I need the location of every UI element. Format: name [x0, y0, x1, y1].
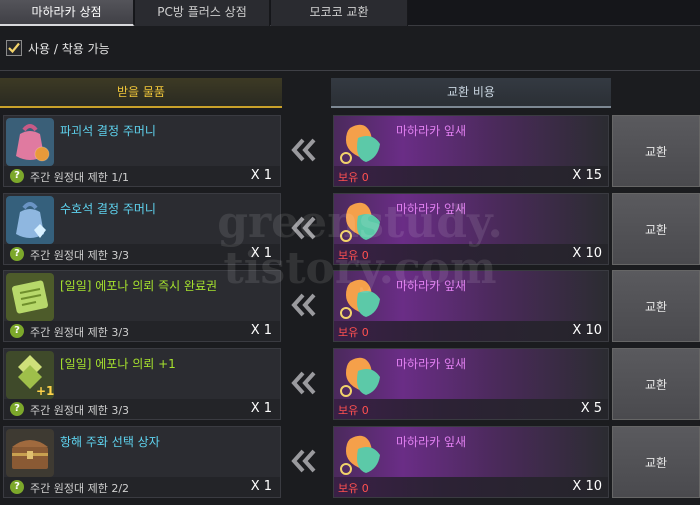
help-icon[interactable]: ?: [10, 480, 24, 494]
receive-quantity: X 1: [250, 479, 272, 494]
mahalaka-leaf-icon: [340, 124, 380, 164]
checkmark-icon: [8, 42, 20, 54]
exchange-button[interactable]: 교환: [612, 193, 700, 265]
usable-filter-label: 사용 / 착용 가능: [28, 41, 110, 56]
exchange-button[interactable]: 교환: [612, 270, 700, 342]
weekly-limit: 주간 원정대 제한 3/3: [30, 249, 130, 262]
item-name: 수호석 결정 주머니: [60, 202, 156, 216]
mahalaka-leaf-icon: [340, 357, 380, 397]
currency-name: 마하라카 잎새: [396, 435, 467, 449]
receive-quantity: X 1: [250, 246, 272, 261]
item-name: [일일] 에포나 의뢰 즉시 완료권: [60, 279, 218, 293]
item-name: [일일] 에포나 의뢰 +1: [60, 357, 176, 371]
mahalaka-leaf-icon: [340, 435, 380, 475]
double-chevron-left-icon: [291, 293, 316, 317]
owned-amount: 보유 0: [338, 171, 369, 184]
currency-name: 마하라카 잎새: [396, 124, 467, 138]
tab-mahalaka-shop[interactable]: 마하라카 상점: [0, 0, 134, 26]
cost-card: 마하라카 잎새 보유 0 X 10: [333, 270, 609, 342]
cost-strip: [334, 166, 608, 186]
owned-amount: 보유 0: [338, 404, 369, 417]
cost-quantity: X 10: [572, 479, 602, 494]
cost-quantity: X 15: [572, 168, 602, 183]
receive-item-card: 항해 주화 선택 상자 ? 주간 원정대 제한 2/2 X 1: [3, 426, 281, 498]
epona-plus-icon: +1: [6, 351, 54, 399]
exchange-row: 파괴석 결정 주머니 ? 주간 원정대 제한 1/1 X 1 마하라카 잎새 보…: [0, 115, 700, 187]
cost-quantity: X 5: [580, 401, 602, 416]
cost-strip: [334, 321, 608, 341]
cost-strip: [334, 399, 608, 419]
cost-card: 마하라카 잎새 보유 0 X 10: [333, 193, 609, 265]
receive-item-card: [일일] 에포나 의뢰 즉시 완료권 ? 주간 원정대 제한 3/3 X 1: [3, 270, 281, 342]
mahalaka-leaf-icon: [340, 202, 380, 242]
owned-amount: 보유 0: [338, 482, 369, 495]
cost-card: 마하라카 잎새 보유 0 X 5: [333, 348, 609, 420]
cost-card: 마하라카 잎새 보유 0 X 10: [333, 426, 609, 498]
exchange-button[interactable]: 교환: [612, 348, 700, 420]
help-icon[interactable]: ?: [10, 324, 24, 338]
cost-card: 마하라카 잎새 보유 0 X 15: [333, 115, 609, 187]
receive-item-card: 파괴석 결정 주머니 ? 주간 원정대 제한 1/1 X 1: [3, 115, 281, 187]
owned-amount: 보유 0: [338, 326, 369, 339]
divider: [0, 70, 700, 71]
scroll-ticket-icon: [6, 273, 54, 321]
double-chevron-left-icon: [291, 216, 316, 240]
cost-column-header: 교환 비용: [331, 78, 611, 108]
currency-name: 마하라카 잎새: [396, 279, 467, 293]
weekly-limit: 주간 원정대 제한 3/3: [30, 326, 130, 339]
pouch-pink-icon: [6, 118, 54, 166]
exchange-button[interactable]: 교환: [612, 426, 700, 498]
exchange-row: +1 [일일] 에포나 의뢰 +1 ? 주간 원정대 제한 3/3 X 1 마하…: [0, 348, 700, 420]
tab-pc-room-shop[interactable]: PC방 플러스 상점: [135, 0, 270, 26]
receive-column-header: 받을 물품: [0, 78, 282, 108]
shop-tab-bar: 마하라카 상점 PC방 플러스 상점 모코코 교환: [0, 0, 700, 26]
item-name: 파괴석 결정 주머니: [60, 124, 156, 138]
double-chevron-left-icon: [291, 371, 316, 395]
currency-name: 마하라카 잎새: [396, 202, 467, 216]
weekly-limit: 주간 원정대 제한 1/1: [30, 171, 130, 184]
help-icon[interactable]: ?: [10, 247, 24, 261]
item-name: 항해 주화 선택 상자: [60, 435, 160, 449]
treasure-chest-icon: [6, 429, 54, 477]
cost-strip: [334, 477, 608, 497]
exchange-button[interactable]: 교환: [612, 115, 700, 187]
exchange-row: [일일] 에포나 의뢰 즉시 완료권 ? 주간 원정대 제한 3/3 X 1 마…: [0, 270, 700, 342]
receive-quantity: X 1: [250, 168, 272, 183]
pouch-blue-icon: [6, 196, 54, 244]
weekly-limit: 주간 원정대 제한 3/3: [30, 404, 130, 417]
cost-quantity: X 10: [572, 246, 602, 261]
receive-quantity: X 1: [250, 401, 272, 416]
weekly-limit: 주간 원정대 제한 2/2: [30, 482, 130, 495]
svg-text:+1: +1: [36, 384, 54, 398]
receive-item-card: +1 [일일] 에포나 의뢰 +1 ? 주간 원정대 제한 3/3 X 1: [3, 348, 281, 420]
owned-amount: 보유 0: [338, 249, 369, 262]
receive-item-card: 수호석 결정 주머니 ? 주간 원정대 제한 3/3 X 1: [3, 193, 281, 265]
receive-quantity: X 1: [250, 323, 272, 338]
exchange-row: 항해 주화 선택 상자 ? 주간 원정대 제한 2/2 X 1 마하라카 잎새 …: [0, 426, 700, 498]
double-chevron-left-icon: [291, 138, 316, 162]
cost-strip: [334, 244, 608, 264]
usable-filter[interactable]: 사용 / 착용 가능: [6, 38, 110, 58]
help-icon[interactable]: ?: [10, 402, 24, 416]
mahalaka-leaf-icon: [340, 279, 380, 319]
double-chevron-left-icon: [291, 449, 316, 473]
tab-mokoko-exchange[interactable]: 모코코 교환: [271, 0, 408, 26]
currency-name: 마하라카 잎새: [396, 357, 467, 371]
help-icon[interactable]: ?: [10, 169, 24, 183]
exchange-row: 수호석 결정 주머니 ? 주간 원정대 제한 3/3 X 1 마하라카 잎새 보…: [0, 193, 700, 265]
cost-quantity: X 10: [572, 323, 602, 338]
usable-checkbox[interactable]: [6, 40, 22, 56]
